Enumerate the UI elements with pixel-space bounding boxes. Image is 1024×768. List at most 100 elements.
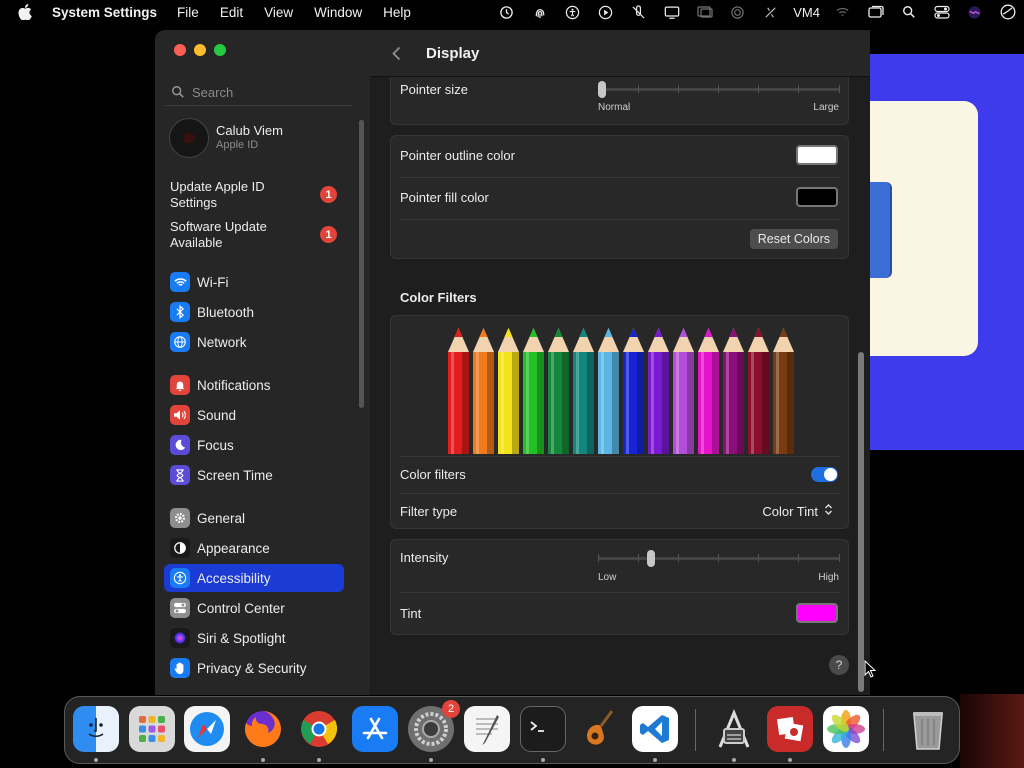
- vm-status-label[interactable]: VM4: [793, 5, 820, 20]
- photo-booth-icon[interactable]: [767, 706, 813, 752]
- close-button[interactable]: [174, 44, 186, 56]
- menu-edit[interactable]: Edit: [220, 5, 243, 20]
- menu-app-name[interactable]: System Settings: [52, 5, 157, 20]
- app-store-icon[interactable]: [352, 706, 398, 752]
- apple-id-account[interactable]: Calub Viem Apple ID: [169, 118, 283, 158]
- update-apple-id-notice[interactable]: Update Apple ID Settings: [170, 179, 290, 211]
- sidebar-item-siri-spotlight[interactable]: Siri & Spotlight: [164, 624, 344, 652]
- network-activity-icon[interactable]: [763, 4, 779, 20]
- system-settings-icon[interactable]: 2: [408, 700, 460, 752]
- sidebar-item-sound[interactable]: Sound: [164, 401, 344, 429]
- control-center-icon[interactable]: [933, 4, 950, 20]
- software-update-notice[interactable]: Software Update Available: [170, 219, 290, 251]
- launchpad-icon[interactable]: [129, 706, 175, 752]
- reset-colors-button[interactable]: Reset Colors: [749, 229, 838, 249]
- airdrop-icon[interactable]: [730, 4, 746, 20]
- slider-knob[interactable]: [598, 81, 606, 98]
- color-filters-toggle[interactable]: [811, 467, 838, 482]
- filter-type-label: Filter type: [400, 504, 458, 519]
- menu-help[interactable]: Help: [383, 5, 411, 20]
- toggle-knob: [824, 468, 837, 481]
- system-information-icon[interactable]: [711, 706, 757, 752]
- sidebar-item-bluetooth[interactable]: Bluetooth: [164, 298, 344, 326]
- slider-tick: [758, 85, 759, 93]
- trash-icon[interactable]: [905, 706, 951, 752]
- pencil-graphic: [473, 328, 494, 454]
- filter-type-popup[interactable]: Color Tint: [762, 503, 834, 519]
- window-icon[interactable]: [867, 4, 884, 20]
- pointer-fill-color-well[interactable]: [796, 187, 838, 207]
- intensity-slider[interactable]: [598, 549, 840, 569]
- sidebar-item-control-center[interactable]: Control Center: [164, 594, 344, 622]
- vscode-icon[interactable]: [632, 706, 678, 752]
- menu-file[interactable]: File: [177, 5, 199, 20]
- dock-separator: [695, 709, 696, 751]
- sidebar-item-label: Control Center: [197, 600, 285, 616]
- slider-tick: [798, 85, 799, 93]
- pointer-outline-color-well[interactable]: [796, 145, 838, 165]
- search-field[interactable]: Search: [165, 80, 353, 104]
- window-controls: [174, 44, 226, 56]
- account-subtitle: Apple ID: [216, 139, 259, 151]
- pointer-fill-label: Pointer fill color: [400, 190, 489, 205]
- display-icon[interactable]: [664, 4, 680, 20]
- sidebar-item-focus[interactable]: Focus: [164, 431, 344, 459]
- sidebar-item-label: Bluetooth: [197, 304, 255, 320]
- slider-knob[interactable]: [647, 550, 655, 567]
- sidebar-item-accessibility[interactable]: Accessibility: [164, 564, 344, 592]
- running-indicator: [261, 758, 265, 762]
- pointer-size-label: Pointer size: [400, 82, 468, 97]
- menu-window[interactable]: Window: [314, 5, 362, 20]
- sidebar-item-appearance[interactable]: Appearance: [164, 534, 344, 562]
- terminal-icon[interactable]: [520, 706, 566, 752]
- search-icon: [171, 85, 185, 99]
- sidebar-item-general[interactable]: General: [164, 504, 344, 532]
- photos-icon[interactable]: [823, 706, 869, 752]
- slider-tick: [638, 554, 639, 562]
- pointer-fill-row: Pointer fill color: [391, 178, 848, 219]
- status-area: VM4: [490, 0, 1024, 24]
- moon-icon: [170, 435, 190, 455]
- screen-mirroring-icon[interactable]: [697, 4, 713, 20]
- play-icon[interactable]: [598, 4, 614, 20]
- tint-color-well[interactable]: [796, 603, 838, 623]
- sidebar: Search Calub Viem Apple ID Update Apple …: [155, 30, 370, 695]
- textedit-icon[interactable]: [464, 706, 510, 752]
- firefox-icon[interactable]: [240, 706, 286, 752]
- gear-icon: [170, 508, 190, 528]
- filter-type-value: Color Tint: [762, 503, 818, 519]
- sidebar-item-privacy-security[interactable]: Privacy & Security: [164, 654, 344, 682]
- pointer-size-row: Pointer size Normal Large: [391, 77, 848, 125]
- siri-icon[interactable]: [967, 4, 983, 20]
- help-button[interactable]: ?: [829, 655, 849, 675]
- sidebar-scrollbar[interactable]: [359, 120, 364, 408]
- apple-menu-icon[interactable]: [18, 4, 32, 20]
- content-scrollbar[interactable]: [858, 352, 864, 692]
- safari-icon[interactable]: [184, 706, 230, 752]
- intensity-row: Intensity Low High: [391, 540, 848, 592]
- zoom-button[interactable]: [214, 44, 226, 56]
- pointer-size-slider[interactable]: [598, 80, 840, 100]
- running-indicator: [94, 758, 98, 762]
- time-machine-icon[interactable]: [499, 4, 515, 20]
- slider-tick: [839, 554, 840, 562]
- sidebar-item-label: Appearance: [197, 540, 270, 556]
- accessibility-status-icon[interactable]: [565, 4, 581, 20]
- sidebar-item-notifications[interactable]: Notifications: [164, 371, 344, 399]
- clock-icon[interactable]: [1000, 4, 1016, 20]
- slider-track: [598, 557, 840, 560]
- muted-mic-icon[interactable]: [631, 4, 647, 20]
- minimize-button[interactable]: [194, 44, 206, 56]
- sidebar-item-wifi[interactable]: Wi-Fi: [164, 268, 344, 296]
- chrome-icon[interactable]: [296, 706, 342, 752]
- menu-view[interactable]: View: [264, 5, 293, 20]
- garageband-icon[interactable]: [576, 706, 622, 752]
- sidebar-item-screen-time[interactable]: Screen Time: [164, 461, 344, 489]
- finder-icon[interactable]: [73, 706, 119, 752]
- hourglass-icon: [170, 465, 190, 485]
- fingerprint-icon[interactable]: [532, 4, 548, 20]
- back-chevron-icon[interactable]: [392, 46, 404, 61]
- wifi-status-icon[interactable]: [835, 4, 851, 20]
- sidebar-item-network[interactable]: Network: [164, 328, 344, 356]
- spotlight-search-icon[interactable]: [901, 4, 917, 20]
